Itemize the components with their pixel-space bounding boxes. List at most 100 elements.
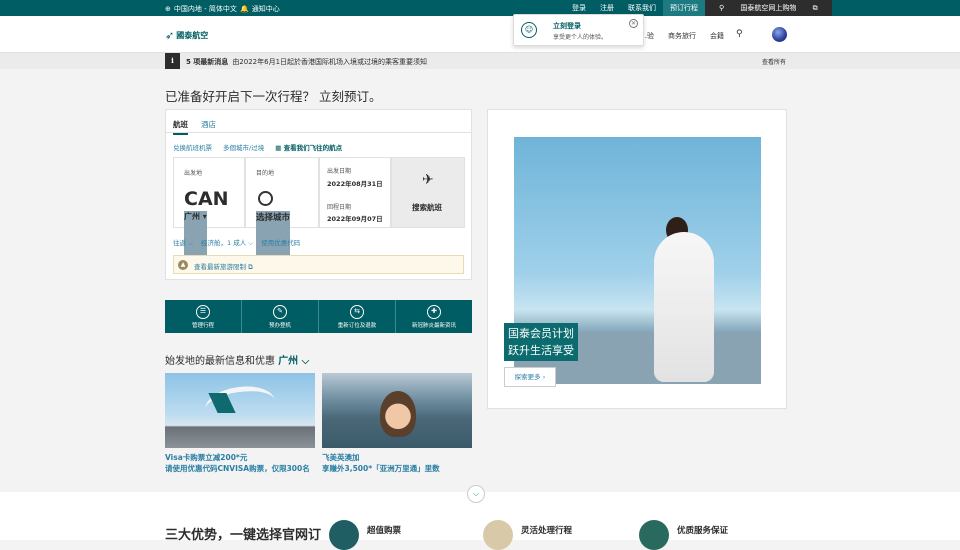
news-bar: i 5 项最新消息 由2022年6月1日起於香港国际机场入境或过境的乘客重要须知 …: [0, 53, 960, 69]
news-count: 5 项最新消息: [186, 58, 229, 66]
deals-heading: 始发地的最新信息和优惠 广州 ⌵: [165, 352, 309, 367]
plane-icon: ✈: [422, 172, 434, 188]
hero-tagline-1: 国泰会员计划: [508, 327, 574, 340]
profile-globe-icon[interactable]: [772, 27, 787, 42]
explore-more-button[interactable]: 探索更多 ›: [504, 367, 556, 387]
logo-text: 國泰航空: [176, 31, 209, 40]
brushwing-icon: ➶: [165, 29, 175, 42]
return-label: 回程日期: [327, 204, 352, 211]
shop-link[interactable]: ⚲ 国泰航空网上购物 ⧉: [705, 0, 832, 16]
main-navigation: ➶ 國泰航空 …验 商务旅行 会籍 ⚲: [0, 16, 960, 53]
trip-type-select[interactable]: 往返 ⌵: [173, 237, 193, 248]
globe-icon: ⊕: [165, 5, 171, 13]
advantage-label: 灵活处理行程: [521, 526, 573, 536]
region-selector[interactable]: ⊕ 中国内地 - 简体中文: [165, 4, 237, 14]
region-label: 中国内地 - 简体中文: [173, 5, 237, 13]
deal-card-title: 飞美英澳加: [322, 453, 360, 462]
globe-icon: [258, 191, 273, 206]
notice-center-label: 通知中心: [251, 5, 280, 13]
cathay-logo[interactable]: ➶ 國泰航空: [165, 29, 208, 42]
cabin-passenger-select[interactable]: 经济舱，1 成人 ⌵: [201, 237, 253, 248]
service-icon: [639, 520, 669, 550]
deal-card-visa-image[interactable]: [165, 373, 315, 448]
quick-link-manage[interactable]: ☰ 管理行程: [165, 300, 242, 333]
deals-city-select[interactable]: 广州 ⌵: [278, 356, 309, 367]
booking-panel: 航班 酒店 兑换航班机票 多個城市/过境 ▦ 查看我们飞往的航点 出发地 CAN…: [165, 109, 472, 280]
return-date: 2022年09月07日: [327, 215, 383, 223]
quick-link-label: 预办登机: [268, 323, 291, 329]
user-icon: ⚲: [719, 4, 727, 12]
top-utility-bar: ⊕ 中国内地 - 简体中文 🔔 通知中心 登录 注册 联系我们 预订行程 ⚲ 国…: [0, 0, 960, 16]
origin-label: 出发地: [184, 170, 203, 177]
quick-link-covid[interactable]: ✚ 新冠肺炎最新资讯: [396, 300, 472, 333]
star-badge-icon: [329, 520, 359, 550]
deal-card-title: Visa卡购票立减200*元: [165, 453, 248, 462]
origin-code: CAN: [184, 188, 229, 210]
destinations-label: 查看我们飞往的航点: [283, 144, 343, 152]
bell-icon: 🔔: [240, 5, 249, 13]
manage-icon: ☰: [196, 305, 210, 319]
woman-figure: [654, 232, 714, 382]
deals-title: 始发地的最新信息和优惠: [165, 356, 275, 367]
hero-tagline-2: 跃升生活享受: [508, 344, 574, 357]
tab-divider: [166, 132, 471, 133]
external-link-icon: ⧉: [810, 4, 818, 12]
quick-link-rebook[interactable]: ⇆ 重新订位及退款: [319, 300, 396, 333]
manage-booking-link[interactable]: 预订行程: [663, 0, 705, 16]
quick-link-label: 新冠肺炎最新资讯: [411, 323, 456, 329]
deal-card-subtitle: 请使用优惠代码CNVISA购票，仅限300名: [165, 464, 310, 473]
member-icon: ☺: [521, 22, 537, 38]
calendar-icon: ▦: [275, 144, 284, 152]
chevron-down-icon[interactable]: ⌵: [467, 485, 485, 503]
redeem-flights-link[interactable]: 兑换航班机票: [173, 142, 212, 152]
shop-label: 国泰航空网上购物: [740, 4, 797, 12]
travel-alert: ▲ 查看最新旅游限制 ⧉: [173, 255, 464, 274]
promo-hero: 国泰会员计划 跃升生活享受 探索更多 ›: [487, 109, 787, 409]
news-item[interactable]: 5 项最新消息 由2022年6月1日起於香港国际机场入境或过境的乘客重要须知: [186, 57, 427, 67]
alert-icon: ▲: [178, 260, 188, 270]
phone-icon: [483, 520, 513, 550]
advantage-value: 超值购票: [329, 520, 401, 550]
promo-code-link[interactable]: 使用优惠代码: [261, 237, 300, 248]
deal-card-visa-text[interactable]: Visa卡购票立减200*元 请使用优惠代码CNVISA购票，仅限300名: [165, 452, 310, 474]
nav-link-business[interactable]: 商务旅行: [668, 31, 696, 41]
depart-date: 2022年08月31日: [327, 180, 383, 188]
depart-label: 出发日期: [327, 168, 352, 175]
shield-icon: ✚: [427, 305, 441, 319]
destination-field[interactable]: 目的地 选择城市: [245, 157, 319, 263]
date-field[interactable]: 出发日期 2022年08月31日 回程日期 2022年09月07日: [319, 157, 391, 228]
rebook-icon: ⇆: [350, 305, 364, 319]
search-flights-button[interactable]: ✈ 搜索航班: [391, 157, 465, 228]
deal-card-travel-image[interactable]: [322, 373, 472, 448]
deal-card-subtitle: 享赚外3,500*「亚洲万里通」里数: [322, 464, 440, 473]
origin-field[interactable]: 出发地 CAN 广州 ▾: [173, 157, 245, 263]
notice-center-link[interactable]: 🔔 通知中心: [240, 4, 280, 14]
info-icon: i: [165, 53, 180, 69]
advantages-title: 三大优势，一键选择官网订: [165, 528, 322, 543]
page-headline: 已准备好开启下一次行程？ 立刻预订。: [165, 89, 382, 104]
popup-login-link[interactable]: 立刻登录: [553, 21, 581, 31]
login-popup: ☺ 立刻登录 享受更个人的体验。 ✕: [513, 14, 644, 46]
search-icon[interactable]: ⚲: [736, 29, 743, 39]
popup-subtitle: 享受更个人的体验。: [553, 34, 608, 41]
quick-links-bar: ☰ 管理行程 ✎ 预办登机 ⇆ 重新订位及退款 ✚ 新冠肺炎最新资讯: [165, 300, 472, 333]
view-all-news-link[interactable]: 查看所有: [762, 57, 786, 66]
advantage-flexible: 灵活处理行程: [483, 520, 572, 550]
quick-link-checkin[interactable]: ✎ 预办登机: [242, 300, 319, 333]
advantage-label: 超值购票: [367, 526, 402, 536]
multi-city-link[interactable]: 多個城市/过境: [223, 142, 264, 152]
quick-link-label: 管理行程: [191, 323, 214, 329]
travel-restrictions-link[interactable]: 查看最新旅游限制 ⧉: [194, 261, 253, 272]
checkin-icon: ✎: [273, 305, 287, 319]
traveler-figure: [380, 391, 416, 437]
close-icon[interactable]: ✕: [629, 19, 638, 28]
nav-link-membership[interactable]: 会籍: [710, 31, 724, 41]
advantage-label: 优质服务保证: [677, 526, 729, 536]
news-text: 由2022年6月1日起於香港国际机场入境或过境的乘客重要须知: [232, 58, 428, 66]
advantage-service: 优质服务保证: [639, 520, 728, 550]
destination-label: 目的地: [256, 170, 275, 177]
destinations-link[interactable]: ▦ 查看我们飞往的航点: [275, 142, 342, 152]
quick-link-label: 重新订位及退款: [337, 323, 377, 329]
deal-card-travel-text[interactable]: 飞美英澳加 享赚外3,500*「亚洲万里通」里数: [322, 452, 440, 474]
hero-tagline: 国泰会员计划 跃升生活享受: [504, 323, 578, 361]
